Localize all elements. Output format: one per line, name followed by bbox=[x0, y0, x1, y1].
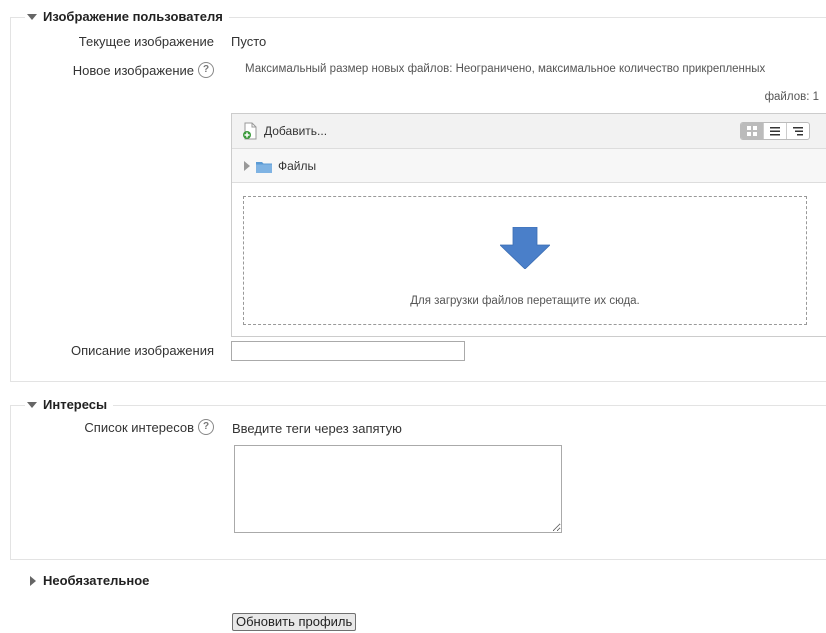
collapse-triangle-icon bbox=[27, 401, 37, 408]
current-image-value: Пусто bbox=[231, 34, 267, 49]
new-image-label: Новое изображение ? bbox=[73, 62, 214, 78]
file-limits-line1: Максимальный размер новых файлов: Неогра… bbox=[245, 63, 766, 75]
file-limits-line2: файлов: 1 bbox=[764, 91, 819, 103]
expand-triangle-icon bbox=[30, 575, 36, 586]
tree-view-icon[interactable] bbox=[786, 123, 809, 139]
drop-hint: Для загрузки файлов перетащите их сюда. bbox=[410, 295, 640, 307]
interests-list-label: Список интересов ? bbox=[84, 419, 214, 435]
optional-legend[interactable]: Необязательное bbox=[30, 573, 149, 588]
optional-legend-text: Необязательное bbox=[43, 573, 150, 588]
folder-node[interactable]: Файлы bbox=[244, 159, 316, 173]
interests-legend-text: Интересы bbox=[43, 397, 108, 412]
file-picker-toolbar: Добавить... bbox=[232, 114, 826, 149]
expand-triangle-icon bbox=[244, 161, 250, 171]
interests-hint: Введите теги через запятую bbox=[232, 421, 402, 436]
help-icon[interactable]: ? bbox=[198, 62, 214, 78]
help-icon[interactable]: ? bbox=[198, 419, 214, 435]
list-view-icon[interactable] bbox=[763, 123, 786, 139]
update-profile-button[interactable]: Обновить профиль bbox=[232, 613, 357, 631]
collapse-triangle-icon bbox=[27, 13, 37, 20]
download-arrow-icon bbox=[500, 227, 550, 269]
user-image-legend[interactable]: Изображение пользователя bbox=[25, 9, 229, 24]
add-file-icon bbox=[243, 122, 257, 140]
image-description-label: Описание изображения bbox=[70, 343, 214, 358]
add-file-button[interactable]: Добавить... bbox=[242, 122, 327, 140]
file-picker-path: Файлы bbox=[232, 149, 826, 183]
file-dropzone[interactable]: Для загрузки файлов перетащите их сюда. bbox=[243, 196, 807, 325]
view-mode-buttons bbox=[740, 122, 810, 140]
image-description-input[interactable] bbox=[231, 341, 465, 361]
add-file-label: Добавить... bbox=[264, 124, 328, 138]
interests-legend[interactable]: Интересы bbox=[25, 397, 114, 412]
grid-view-icon[interactable] bbox=[741, 123, 763, 139]
folder-label: Файлы bbox=[278, 159, 317, 173]
current-image-label: Текущее изображение bbox=[78, 34, 214, 49]
interests-textarea[interactable] bbox=[234, 445, 562, 533]
user-image-legend-text: Изображение пользователя bbox=[43, 9, 223, 24]
folder-icon bbox=[256, 161, 272, 173]
file-picker: Добавить... Файлы Для загрузки файлов пе… bbox=[231, 113, 826, 337]
